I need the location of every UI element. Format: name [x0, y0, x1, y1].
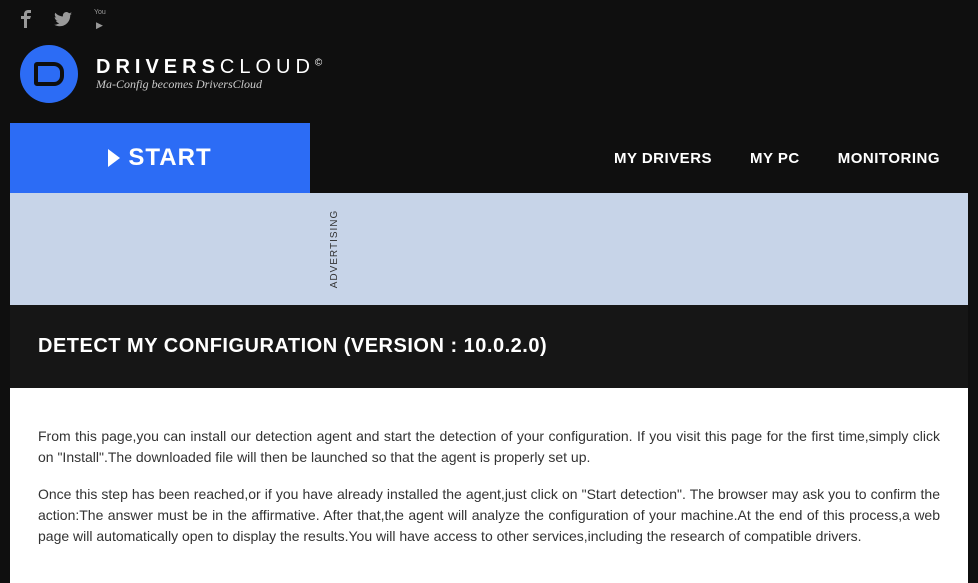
paragraph-2: Once this step has been reached,or if yo… [38, 484, 940, 547]
brand-block: DRIVERSCLOUD© Ma-Config becomes DriversC… [96, 56, 327, 92]
start-button[interactable]: START [10, 123, 310, 193]
page-title: DETECT MY CONFIGURATION (VERSION : 10.0.… [38, 335, 940, 358]
youtube-icon[interactable] [94, 11, 110, 32]
nav-my-drivers[interactable]: MY DRIVERS [614, 150, 712, 167]
brand-tagline: Ma-Config becomes DriversCloud [96, 77, 327, 92]
nav-my-pc[interactable]: MY PC [750, 150, 800, 167]
nav-monitoring[interactable]: MONITORING [838, 150, 940, 167]
brand-light: CLOUD [220, 56, 315, 78]
nav-spacer [310, 123, 614, 193]
brand-bold: DRIVERS [96, 56, 220, 78]
twitter-icon[interactable] [54, 11, 72, 32]
logo-icon[interactable] [20, 45, 78, 103]
content-body: From this page,you can install our detec… [10, 388, 968, 583]
social-bar [0, 0, 978, 37]
brand-name: DRIVERSCLOUD© [96, 56, 327, 79]
nav-links: MY DRIVERS MY PC MONITORING [614, 123, 968, 193]
title-section: DETECT MY CONFIGURATION (VERSION : 10.0.… [10, 305, 968, 388]
ad-label: ADVERTISING [329, 210, 340, 289]
nav-bar: START MY DRIVERS MY PC MONITORING [10, 123, 968, 193]
facebook-icon[interactable] [20, 10, 32, 33]
ad-section: ADVERTISING [10, 193, 968, 305]
header: DRIVERSCLOUD© Ma-Config becomes DriversC… [0, 37, 978, 123]
paragraph-1: From this page,you can install our detec… [38, 426, 940, 468]
play-icon [108, 149, 120, 167]
brand-copyright: © [315, 57, 327, 68]
start-label: START [128, 144, 211, 172]
